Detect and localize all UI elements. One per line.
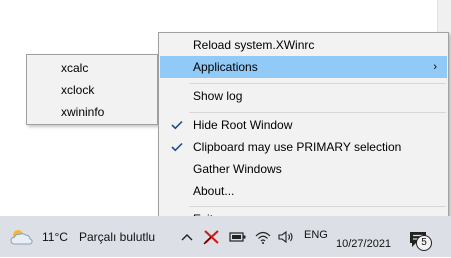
submenu-arrow-icon: › [433, 61, 437, 73]
menu-item-hide-root-window[interactable]: Hide Root Window [160, 114, 447, 136]
menu-item-label: Reload system.XWinrc [193, 38, 315, 52]
menu-item-show-log[interactable]: Show log [160, 85, 447, 107]
menu-item-label: Show log [193, 89, 243, 103]
menu-item-about[interactable]: About... [160, 180, 447, 202]
volume-icon[interactable] [278, 229, 296, 245]
xwin-context-menu: Reload system.XWinrc Applications › Show… [158, 32, 449, 232]
menu-separator [189, 206, 446, 207]
checkmark-icon [168, 136, 186, 158]
language-indicator[interactable]: ENG [304, 229, 328, 241]
menu-item-label: About... [193, 184, 235, 198]
menu-separator [189, 112, 446, 113]
weather-description[interactable]: Parçalı bulutlu [79, 217, 155, 258]
clock-date[interactable]: 10/27/2021 [336, 238, 391, 250]
submenu-item-xwininfo[interactable]: xwininfo [28, 101, 156, 123]
submenu-item-xcalc[interactable]: xcalc [28, 57, 156, 79]
battery-icon[interactable] [229, 230, 247, 244]
menu-item-gather-windows[interactable]: Gather Windows [160, 158, 447, 180]
wifi-icon[interactable] [254, 229, 272, 245]
menu-item-clipboard-primary[interactable]: Clipboard may use PRIMARY selection [160, 136, 447, 158]
menu-item-label: Gather Windows [193, 162, 282, 176]
submenu-item-label: xcalc [61, 61, 89, 75]
menu-item-label: Hide Root Window [193, 118, 293, 132]
weather-temperature[interactable]: 11°C [42, 217, 68, 258]
menu-item-applications[interactable]: Applications › [160, 56, 447, 78]
x-server-icon[interactable] [203, 229, 221, 245]
partly-cloudy-icon[interactable] [8, 227, 34, 247]
notification-count-badge: 5 [416, 235, 432, 251]
submenu-item-xclock[interactable]: xclock [28, 79, 156, 101]
applications-submenu: xcalc xclock xwininfo [26, 54, 158, 125]
menu-item-reload[interactable]: Reload system.XWinrc [160, 34, 447, 56]
menu-separator [189, 83, 446, 84]
menu-item-label: Clipboard may use PRIMARY selection [193, 140, 402, 154]
chevron-up-icon[interactable] [180, 230, 194, 244]
submenu-item-label: xwininfo [61, 105, 105, 119]
submenu-item-label: xclock [61, 83, 95, 97]
checkmark-icon [168, 114, 186, 136]
menu-item-label: Applications [193, 60, 258, 74]
